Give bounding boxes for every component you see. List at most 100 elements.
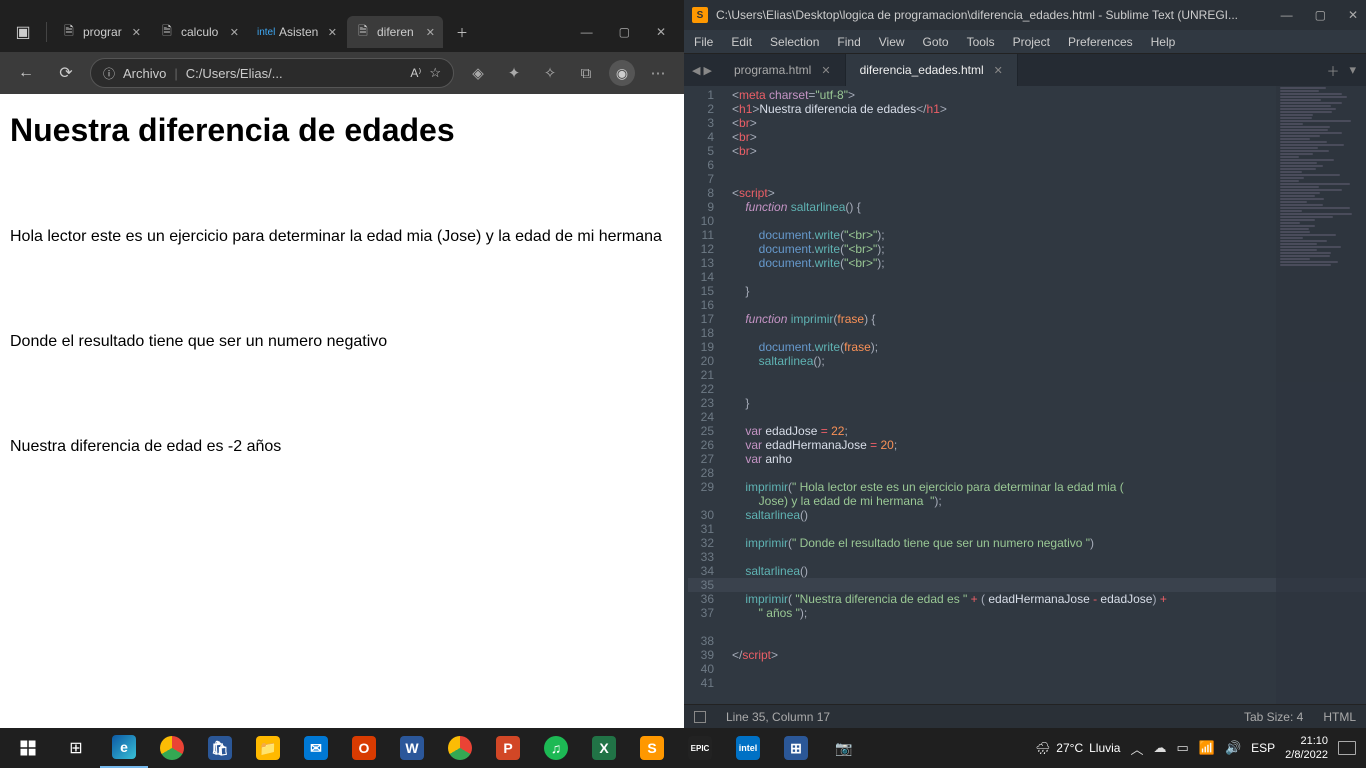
menu-file[interactable]: File — [694, 35, 713, 49]
close-tab-icon[interactable]: ✕ — [821, 64, 830, 77]
browser-window: ▣ 🗎 prograr ✕ 🗎 calculo ✕ intel Asisten … — [0, 0, 684, 728]
taskbar-powerpoint[interactable]: P — [484, 728, 532, 768]
page-paragraph-1: Hola lector este es un ejercicio para de… — [10, 228, 674, 246]
taskview-button[interactable]: ⊞ — [52, 728, 100, 768]
taskbar-epic[interactable]: EPIC — [676, 728, 724, 768]
editor-tab-label: diferencia_edades.html — [860, 63, 984, 77]
profile-avatar[interactable]: ◉ — [606, 58, 638, 88]
menu-edit[interactable]: Edit — [731, 35, 752, 49]
tab-actions-icon[interactable]: ▣ — [6, 17, 40, 47]
tray-notifications-icon[interactable] — [1338, 741, 1356, 755]
editor-titlebar[interactable]: S C:\Users\Elias\Desktop\logica de progr… — [684, 0, 1366, 30]
minimap[interactable] — [1276, 86, 1366, 704]
file-icon: 🗎 — [355, 22, 371, 43]
new-tab-button[interactable]: ＋ — [445, 16, 479, 48]
status-cursor: Line 35, Column 17 — [726, 710, 830, 724]
url-path: C:/Users/Elias/... — [186, 66, 283, 81]
url-scheme-label: Archivo — [123, 66, 166, 81]
favorite-icon[interactable]: ☆ — [429, 65, 441, 81]
menu-goto[interactable]: Goto — [923, 35, 949, 49]
browser-tab-1[interactable]: 🗎 calculo ✕ — [151, 16, 247, 48]
tray-language[interactable]: ESP — [1251, 741, 1275, 755]
browser-tab-3[interactable]: 🗎 diferen ✕ — [347, 16, 443, 48]
tray-wifi-icon[interactable]: 📶 — [1199, 740, 1215, 756]
close-tab-icon[interactable]: ✕ — [994, 64, 1003, 77]
page-paragraph-2: Donde el resultado tiene que ser un nume… — [10, 333, 674, 351]
menu-help[interactable]: Help — [1151, 35, 1176, 49]
tab-history-arrows[interactable]: ◀ ▶ — [684, 54, 720, 86]
taskbar-chrome-2[interactable] — [436, 728, 484, 768]
taskbar-intel[interactable]: intel — [724, 728, 772, 768]
taskbar-word[interactable]: W — [388, 728, 436, 768]
address-bar: ← ⟳ ⓘ Archivo | C:/Users/Elias/... A⁾ ☆ … — [0, 52, 684, 94]
taskbar-store[interactable]: 🛍 — [196, 728, 244, 768]
weather-icon: 🌧 — [1035, 741, 1050, 755]
menu-find[interactable]: Find — [837, 35, 860, 49]
taskbar-explorer[interactable]: 📁 — [244, 728, 292, 768]
tab-dropdown-icon[interactable]: ▾ — [1349, 62, 1356, 78]
file-icon: 🗎 — [159, 22, 175, 43]
extensions-icon[interactable]: ✦ — [498, 58, 530, 88]
close-tab-icon[interactable]: ✕ — [132, 26, 141, 39]
tray-battery-icon[interactable]: ▭ — [1176, 740, 1188, 756]
taskbar-spotify[interactable]: ♫ — [532, 728, 580, 768]
close-button[interactable]: ✕ — [656, 25, 666, 39]
taskbar-sublime[interactable]: S — [628, 728, 676, 768]
sublime-window: S C:\Users\Elias\Desktop\logica de progr… — [684, 0, 1366, 728]
close-button[interactable]: ✕ — [1348, 8, 1358, 22]
weather-widget[interactable]: 🌧 27°C Lluvia — [1035, 741, 1120, 755]
editor-tab-0[interactable]: programa.html ✕ — [720, 54, 846, 86]
close-tab-icon[interactable]: ✕ — [426, 26, 435, 39]
tab-label: Asisten — [279, 25, 322, 39]
favorites-icon[interactable]: ✧ — [534, 58, 566, 88]
taskbar-edge[interactable]: e — [100, 728, 148, 768]
collections-icon[interactable]: ⧉ — [570, 58, 602, 88]
code-area[interactable]: 1234567891011121314151617181920212223242… — [684, 86, 1366, 704]
close-tab-icon[interactable]: ✕ — [328, 26, 337, 39]
shield-icon[interactable]: ◈ — [462, 58, 494, 88]
tray-volume-icon[interactable]: 🔊 — [1225, 740, 1241, 756]
status-syntax[interactable]: HTML — [1323, 710, 1356, 724]
windows-taskbar: ⊞ e 🛍 📁 ✉ O W P ♫ X S EPIC intel ⊞ 📷 🌧 2… — [0, 728, 1366, 768]
sublime-logo-icon: S — [692, 7, 708, 23]
browser-tab-strip: ▣ 🗎 prograr ✕ 🗎 calculo ✕ intel Asisten … — [0, 12, 684, 52]
browser-tab-2[interactable]: intel Asisten ✕ — [249, 16, 345, 48]
tray-onedrive-icon[interactable]: ☁ — [1153, 740, 1166, 756]
close-tab-icon[interactable]: ✕ — [230, 26, 239, 39]
tray-clock[interactable]: 21:10 2/8/2022 — [1285, 734, 1328, 762]
taskbar-calculator[interactable]: ⊞ — [772, 728, 820, 768]
url-box[interactable]: ⓘ Archivo | C:/Users/Elias/... A⁾ ☆ — [90, 58, 454, 88]
status-checkbox[interactable] — [694, 711, 706, 723]
status-tabsize[interactable]: Tab Size: 4 — [1244, 710, 1303, 724]
back-button[interactable]: ← — [10, 57, 42, 89]
menu-selection[interactable]: Selection — [770, 35, 819, 49]
site-info-icon[interactable]: ⓘ — [103, 65, 115, 82]
browser-tab-0[interactable]: 🗎 prograr ✕ — [53, 16, 149, 48]
taskbar-chrome[interactable] — [148, 728, 196, 768]
taskbar-mail[interactable]: ✉ — [292, 728, 340, 768]
tray-chevron-icon[interactable]: ︿ — [1130, 739, 1143, 758]
menu-icon[interactable]: ⋯ — [642, 58, 674, 88]
read-aloud-icon[interactable]: A⁾ — [410, 66, 421, 80]
minimize-button[interactable]: — — [581, 25, 593, 39]
menu-preferences[interactable]: Preferences — [1068, 35, 1133, 49]
maximize-button[interactable]: ▢ — [1315, 8, 1326, 22]
browser-top-strip — [0, 0, 684, 12]
taskbar-camera[interactable]: 📷 — [820, 728, 868, 768]
tray-time: 21:10 — [1285, 734, 1328, 748]
menu-view[interactable]: View — [879, 35, 905, 49]
taskbar-excel[interactable]: X — [580, 728, 628, 768]
new-tab-icon[interactable]: ＋ — [1326, 61, 1339, 80]
maximize-button[interactable]: ▢ — [619, 25, 630, 39]
minimize-button[interactable]: — — [1281, 8, 1293, 22]
intel-icon: intel — [257, 27, 273, 38]
menu-tools[interactable]: Tools — [967, 35, 995, 49]
editor-tab-label: programa.html — [734, 63, 811, 77]
page-paragraph-3: Nuestra diferencia de edad es -2 años — [10, 438, 674, 456]
start-button[interactable] — [4, 728, 52, 768]
taskbar-office[interactable]: O — [340, 728, 388, 768]
editor-tab-1[interactable]: diferencia_edades.html ✕ — [846, 54, 1018, 86]
menu-project[interactable]: Project — [1013, 35, 1050, 49]
code-text[interactable]: <meta charset="utf-8"><h1>Nuestra difere… — [722, 86, 1366, 704]
refresh-button[interactable]: ⟳ — [50, 57, 82, 89]
